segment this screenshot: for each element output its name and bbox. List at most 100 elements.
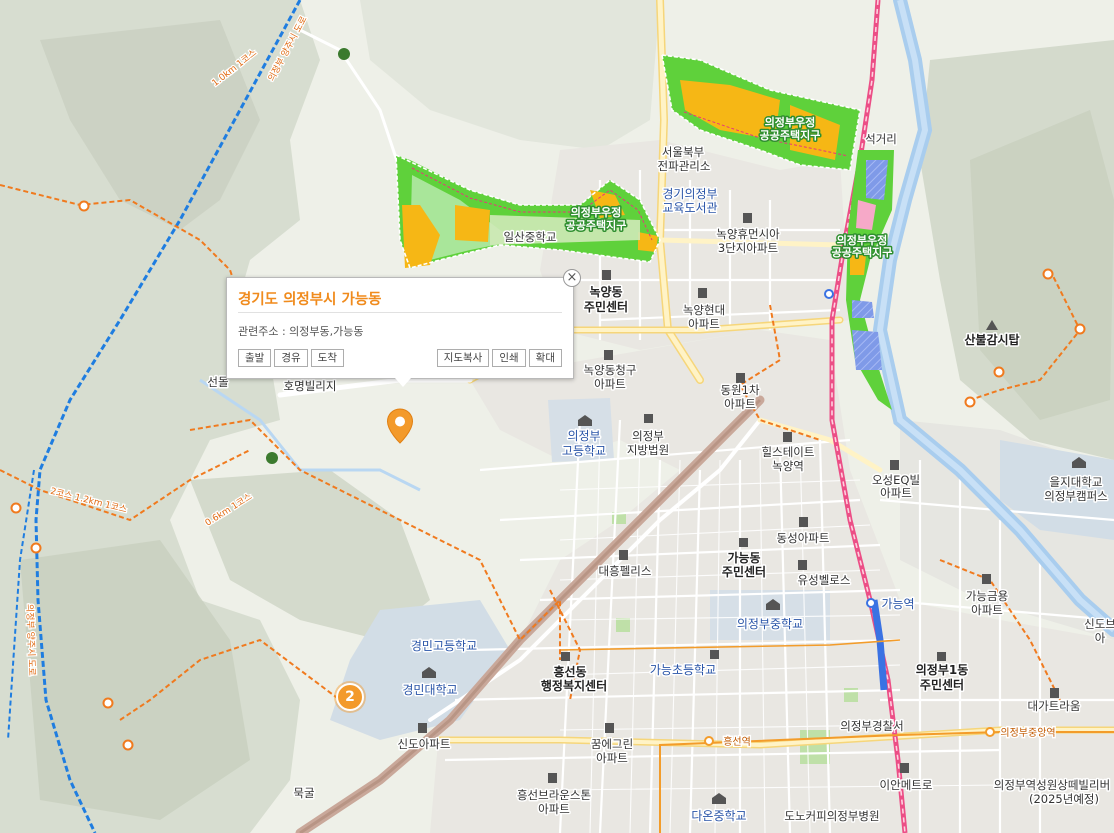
label-ganeung-station: 가능역 xyxy=(881,597,914,611)
label-hospital: 도노커피의정부병원 xyxy=(784,809,879,823)
svg-text:아: 아 xyxy=(1095,631,1106,645)
label-osung-2: 아파트 xyxy=(880,486,912,500)
label-dist-west-1: 의정부우정 xyxy=(571,205,622,219)
svg-text:의정부: 의정부 xyxy=(567,429,600,443)
svg-text:(2025년예정): (2025년예정) xyxy=(1029,792,1099,806)
route-via-button[interactable]: 경유 xyxy=(274,349,308,367)
label-dist-west-2: 공공주택지구 xyxy=(566,218,627,232)
close-icon[interactable]: × xyxy=(563,269,581,287)
svg-text:고등학교: 고등학교 xyxy=(562,444,606,458)
svg-text:동원1차: 동원1차 xyxy=(720,383,759,397)
label-gumyoung-1: 가능금용 xyxy=(966,589,1008,603)
label-heungseon-station: 흥선역 xyxy=(723,735,751,748)
route-end-button[interactable]: 도착 xyxy=(310,349,344,367)
label-heungseon-center-2: 행정복지센터 xyxy=(541,678,607,693)
label-humansia-1: 녹양휴먼시아 xyxy=(716,227,780,241)
label-seoul-power-2: 전파관리소 xyxy=(658,159,711,173)
svg-text:경기의정부: 경기의정부 xyxy=(662,187,717,201)
station-nokyang-marker[interactable] xyxy=(824,289,834,299)
route-start-button[interactable]: 출발 xyxy=(238,349,272,367)
svg-text:아파트: 아파트 xyxy=(880,486,912,500)
court-icon xyxy=(644,414,653,423)
label-middle-school: 의정부중학교 xyxy=(737,617,803,631)
trail-start-icon xyxy=(266,452,278,464)
label-ganeung-center-1: 가능동 xyxy=(727,550,760,565)
svg-text:을지대학교: 을지대학교 xyxy=(1050,475,1103,489)
label-eulji-1: 을지대학교 xyxy=(1050,475,1103,489)
svg-text:아파트: 아파트 xyxy=(688,317,720,331)
label-dongwon-2: 아파트 xyxy=(724,397,756,411)
svg-text:서울북부: 서울북부 xyxy=(662,145,704,159)
label-heungseon-center-1: 흥선동 xyxy=(553,664,586,679)
svg-text:흥선브라운스톤: 흥선브라운스톤 xyxy=(517,788,591,802)
svg-text:의정부캠퍼스: 의정부캠퍼스 xyxy=(1044,489,1107,503)
svg-text:아파트: 아파트 xyxy=(724,397,756,411)
station-ganeung-marker[interactable] xyxy=(866,598,876,608)
svg-text:의정부1동: 의정부1동 xyxy=(916,662,969,677)
label-seokgeori: 석거리 xyxy=(865,132,897,146)
label-gyeongmin-high: 경민고등학교 xyxy=(411,639,477,653)
label-court-1: 의정부 xyxy=(632,429,664,443)
label-library-2: 교육도서관 xyxy=(662,201,717,215)
station-central-marker[interactable] xyxy=(985,727,995,737)
label-mukgul: 묵굴 xyxy=(293,786,314,800)
label-sindo-right-1: 신도브 xyxy=(1084,617,1114,631)
copy-map-button[interactable]: 지도복사 xyxy=(436,349,490,367)
label-dist-east-2: 공공주택지구 xyxy=(832,245,893,259)
svg-text:녹양동: 녹양동 xyxy=(589,284,622,299)
label-central-station: 의정부중앙역 xyxy=(1000,727,1055,739)
label-ggumegrin-1: 꿈에그린 xyxy=(591,737,633,751)
svg-text:3단지아파트: 3단지아파트 xyxy=(718,241,778,255)
location-popup: 경기도 의정부시 가능동 관련주소 : 의정부동,가능동 출발 경유 도착 지도… xyxy=(226,277,574,387)
district-east-blue2 xyxy=(852,300,874,318)
label-station-right-2: (2025년예정) xyxy=(1029,792,1099,806)
svg-text:주민센터: 주민센터 xyxy=(584,299,628,314)
label-gumyoung-2: 아파트 xyxy=(971,603,1003,617)
label-dist-ne-2: 공공주택지구 xyxy=(760,128,821,142)
label-1dong-2: 주민센터 xyxy=(920,677,964,692)
svg-text:공공주택지구: 공공주택지구 xyxy=(760,128,821,142)
zoom-in-button[interactable]: 확대 xyxy=(528,349,562,367)
print-button[interactable]: 인쇄 xyxy=(492,349,526,367)
popup-divider xyxy=(238,312,562,313)
svg-text:공공주택지구: 공공주택지구 xyxy=(566,218,627,232)
svg-text:가능동: 가능동 xyxy=(727,550,760,565)
label-sindo-right-2: 아 xyxy=(1095,631,1106,645)
svg-text:의정부우정: 의정부우정 xyxy=(837,233,888,247)
svg-text:힐스테이트: 힐스테이트 xyxy=(762,445,815,459)
label-nokyang-center-1: 녹양동 xyxy=(589,284,622,299)
map-pin-icon[interactable] xyxy=(386,408,414,444)
label-brownstone-1: 흥선브라운스톤 xyxy=(517,788,591,802)
station-heungseon-marker[interactable] xyxy=(704,736,714,746)
label-gyeongmin-univ: 경민대학교 xyxy=(402,683,457,697)
district-east-blue3 xyxy=(852,330,882,370)
cluster-marker[interactable]: 2 xyxy=(336,683,364,711)
svg-text:의정부우정: 의정부우정 xyxy=(571,205,622,219)
map-action-button-group: 지도복사 인쇄 확대 xyxy=(436,349,562,367)
label-seoul-power-1: 서울북부 xyxy=(662,145,704,159)
label-hillstate-2: 녹양역 xyxy=(772,459,804,473)
svg-text:꿈에그린: 꿈에그린 xyxy=(591,737,633,751)
district-west-yellow2 xyxy=(455,205,490,242)
label-brownstone-2: 아파트 xyxy=(538,802,570,816)
map-canvas[interactable]: 서울북부 전파관리소 경기의정부 교육도서관 녹양휴먼시아 3단지아파트 녹양동… xyxy=(0,0,1114,833)
label-daeheung: 대흥펠리스 xyxy=(599,564,652,578)
label-dongseong: 동성아파트 xyxy=(777,531,830,545)
popup-title: 경기도 의정부시 가능동 xyxy=(238,292,382,308)
svg-text:아파트: 아파트 xyxy=(594,377,626,391)
svg-text:녹양역: 녹양역 xyxy=(772,459,804,473)
label-sindo: 신도아파트 xyxy=(398,737,451,751)
label-police: 의정부경찰서 xyxy=(840,719,903,733)
svg-text:의정부역성원상떼빌리버: 의정부역성원상떼빌리버 xyxy=(994,778,1110,792)
label-yuseong: 유성벨로스 xyxy=(798,573,851,587)
trail-start-icon xyxy=(338,48,350,60)
svg-text:오성EQ빌: 오성EQ빌 xyxy=(872,473,920,487)
svg-text:흥선동: 흥선동 xyxy=(553,664,586,679)
svg-text:아파트: 아파트 xyxy=(596,751,628,765)
svg-text:교육도서관: 교육도서관 xyxy=(662,201,717,215)
svg-text:주민센터: 주민센터 xyxy=(920,677,964,692)
svg-text:아파트: 아파트 xyxy=(971,603,1003,617)
label-dao-middle: 다온중학교 xyxy=(691,809,746,823)
svg-text:녹양현대: 녹양현대 xyxy=(683,303,725,317)
svg-text:전파관리소: 전파관리소 xyxy=(658,159,711,173)
